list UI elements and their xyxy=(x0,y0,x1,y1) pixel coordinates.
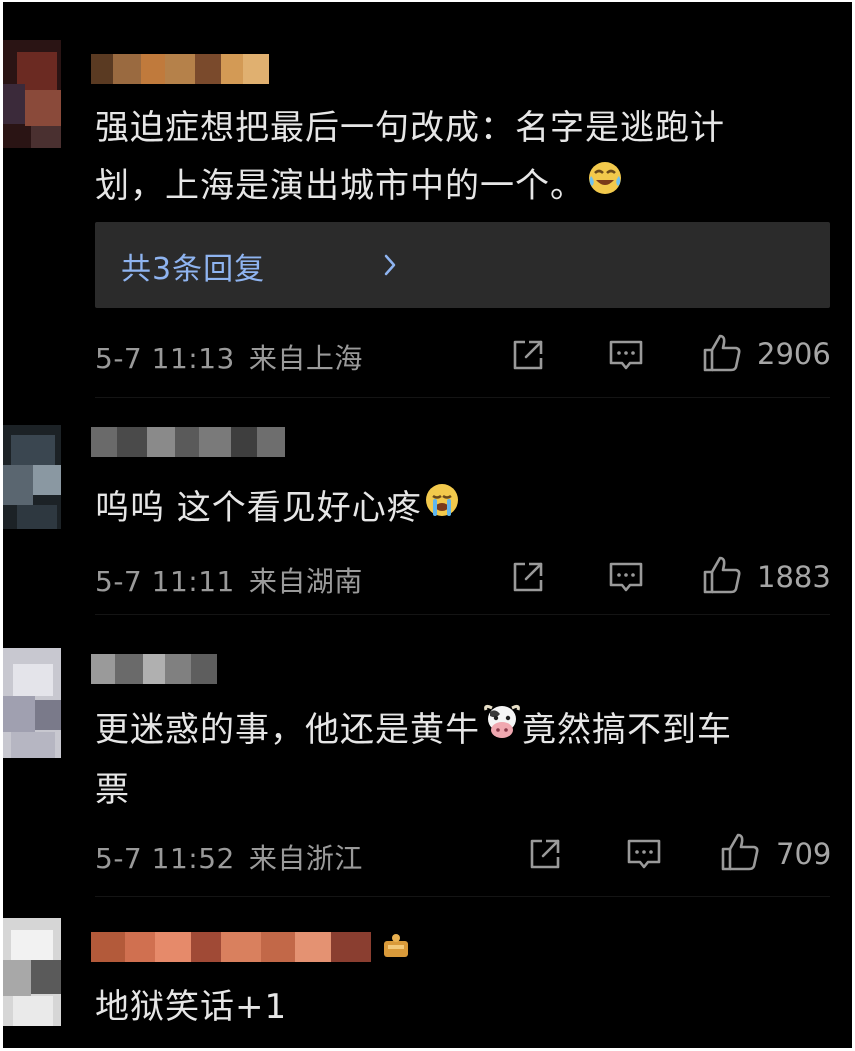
comment-time: 5-7 11:52 xyxy=(95,842,235,875)
comment-text: 强迫症想把最后一句改成：名字是逃跑计 划，上海是演出城市中的一个。 xyxy=(95,99,815,217)
view-replies-button[interactable]: 共3条回复 xyxy=(95,222,830,308)
comment-text-line: 呜呜 这个看见好心疼 xyxy=(95,479,815,539)
comment-text-line: 票 xyxy=(95,769,130,810)
avatar[interactable] xyxy=(3,40,61,148)
comment-text-line: 地狱笑话+1 xyxy=(95,987,288,1027)
comment-feed: 强迫症想把最后一句改成：名字是逃跑计 划，上海是演出城市中的一个。 共3条回复 … xyxy=(3,2,852,1048)
username-blurred[interactable] xyxy=(91,427,285,457)
crying-emoji-icon xyxy=(424,478,460,536)
thumbs-up-icon[interactable] xyxy=(701,332,743,378)
replies-count-label: 共3条回复 xyxy=(121,252,266,287)
username-blurred[interactable] xyxy=(91,932,371,962)
chevron-right-icon xyxy=(383,253,397,281)
comment-time: 5-7 11:11 xyxy=(95,565,235,598)
thumbs-up-icon[interactable] xyxy=(701,554,743,600)
comment-meta: 5-7 11:11 来自湖南 xyxy=(95,560,363,600)
cow-emoji-icon xyxy=(482,700,522,758)
comment-text: 呜呜 这个看见好心疼 xyxy=(95,479,815,539)
comment-item: 强迫症想把最后一句改成：名字是逃跑计 划，上海是演出城市中的一个。 共3条回复 … xyxy=(3,2,852,397)
comment-location: 来自湖南 xyxy=(248,565,363,598)
comment-meta: 5-7 11:52 来自浙江 xyxy=(95,837,363,877)
share-icon[interactable] xyxy=(509,336,547,378)
laughing-crying-emoji-icon xyxy=(587,156,623,214)
comment-text: 地狱笑话+1 xyxy=(95,978,815,1036)
comment-text-line: 强迫症想把最后一句改成：名字是逃跑计 xyxy=(95,108,725,148)
comment-location: 来自浙江 xyxy=(248,842,363,875)
thumbs-up-icon[interactable] xyxy=(719,831,761,877)
comment-text-line: 划，上海是演出城市中的一个。 xyxy=(95,157,815,217)
like-count: 709 xyxy=(776,837,832,871)
like-count: 1883 xyxy=(757,560,831,594)
crown-badge-icon xyxy=(380,931,412,965)
username-blurred[interactable] xyxy=(91,654,217,684)
comment-icon[interactable] xyxy=(624,835,664,877)
comment-icon[interactable] xyxy=(606,558,646,600)
comment-item: 地狱笑话+1 xyxy=(3,896,852,1048)
comment-location: 来自上海 xyxy=(248,342,363,375)
comment-time: 5-7 11:13 xyxy=(95,342,235,375)
comment-icon[interactable] xyxy=(606,336,646,378)
avatar[interactable] xyxy=(3,918,61,1026)
comment-text: 更迷惑的事，他还是黄牛 竟然搞不到车 票 xyxy=(95,701,815,819)
comment-item: 呜呜 这个看见好心疼 5-7 11:11 来自湖南 1883 xyxy=(3,397,852,612)
share-icon[interactable] xyxy=(509,558,547,600)
share-icon[interactable] xyxy=(526,835,564,877)
avatar[interactable] xyxy=(3,648,61,758)
like-count: 2906 xyxy=(757,337,831,371)
username-blurred[interactable] xyxy=(91,54,269,84)
comment-text-line: 更迷惑的事，他还是黄牛 竟然搞不到车 xyxy=(95,701,815,761)
avatar[interactable] xyxy=(3,425,61,529)
comment-item: 更迷惑的事，他还是黄牛 竟然搞不到车 票 5-7 11:52 来自浙江 709 xyxy=(3,614,852,896)
comment-meta: 5-7 11:13 来自上海 xyxy=(95,337,363,377)
